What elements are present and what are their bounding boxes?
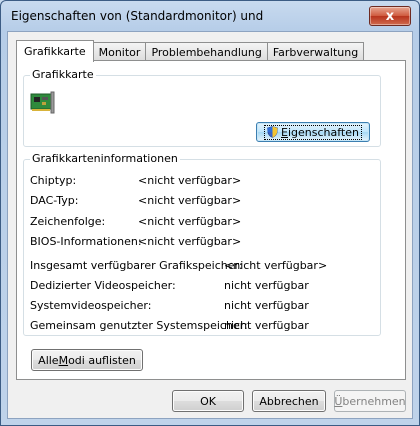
dac-typ-value: <nicht verfügbar> xyxy=(138,194,242,207)
tab-problembehandlung[interactable]: Problembehandlung xyxy=(145,42,268,61)
bios-info-label: BIOS-Informationen: xyxy=(30,235,142,248)
list-all-modes-prefix: Alle xyxy=(38,353,59,367)
graphics-card-icon xyxy=(30,91,55,114)
uac-shield-icon xyxy=(267,126,278,138)
shared-system-memory-value: nicht verfügbar xyxy=(224,319,309,332)
properties-button-mnemonic: E xyxy=(281,125,288,139)
properties-button-focus: Eigenschaften xyxy=(264,124,362,140)
grafikkarte-group: Grafikkarte E igenschaften xyxy=(23,68,381,147)
total-graphics-memory-value: <nicht verfügbar> xyxy=(224,259,328,272)
dialog-window: Eigenschaften von (Standardmonitor) und … xyxy=(0,0,420,426)
dedicated-video-memory-label: Dedizierter Videospeicher: xyxy=(30,279,176,292)
system-video-memory-value: nicht verfügbar xyxy=(224,299,309,312)
tab-farbverwaltung[interactable]: Farbverwaltung xyxy=(266,42,365,61)
window-title: Eigenschaften von (Standardmonitor) und xyxy=(11,9,264,23)
list-all-modes-mnemonic: M xyxy=(58,353,69,367)
info-group: Grafikkarteninformationen Chiptyp: <nich… xyxy=(23,152,381,336)
total-graphics-memory-label: Insgesamt verfügbarer Grafikspeicher: xyxy=(30,259,243,272)
close-button[interactable]: x xyxy=(369,6,411,26)
apply-button-mnemonic: Ü xyxy=(334,394,343,408)
title-bar[interactable]: Eigenschaften von (Standardmonitor) und … xyxy=(1,1,419,31)
system-video-memory-label: Systemvideospeicher: xyxy=(30,299,152,312)
close-icon: x xyxy=(385,8,395,24)
dialog-client-area: Grafikkarte Monitor Problembehandlung Fa… xyxy=(7,31,413,419)
properties-button-label: igenschaften xyxy=(287,125,359,139)
tab-grafikkarte[interactable]: Grafikkarte xyxy=(16,40,94,62)
zeichenfolge-label: Zeichenfolge: xyxy=(30,215,106,228)
tab-monitor[interactable]: Monitor xyxy=(92,42,147,61)
bios-info-value: <nicht verfügbar> xyxy=(138,235,242,248)
list-all-modes-button[interactable]: Alle Modi auflisten xyxy=(31,349,143,371)
dac-typ-label: DAC-Typ: xyxy=(30,194,79,207)
properties-button[interactable]: Eigenschaften xyxy=(256,122,370,142)
tab-strip: Grafikkarte Monitor Problembehandlung Fa… xyxy=(16,39,365,62)
chiptyp-label: Chiptyp: xyxy=(30,174,77,187)
grafikkarte-group-title: Grafikkarte xyxy=(30,68,96,81)
info-group-title: Grafikkarteninformationen xyxy=(30,152,180,165)
tab-panel-grafikkarte: Grafikkarte E igenschaften Grafikkarteni… xyxy=(16,60,406,380)
apply-button[interactable]: Übernehmen xyxy=(334,390,406,412)
apply-button-label: bernehmen xyxy=(342,394,406,408)
cancel-button[interactable]: Abbrechen xyxy=(252,390,326,412)
list-all-modes-rest: odi auflisten xyxy=(68,353,136,367)
ok-button[interactable]: OK xyxy=(172,390,244,412)
shared-system-memory-label: Gemeinsam genutzter Systemspeicher: xyxy=(30,319,248,332)
dedicated-video-memory-value: nicht verfügbar xyxy=(224,279,309,292)
zeichenfolge-value: <nicht verfügbar> xyxy=(138,215,242,228)
chiptyp-value: <nicht verfügbar> xyxy=(138,174,242,187)
